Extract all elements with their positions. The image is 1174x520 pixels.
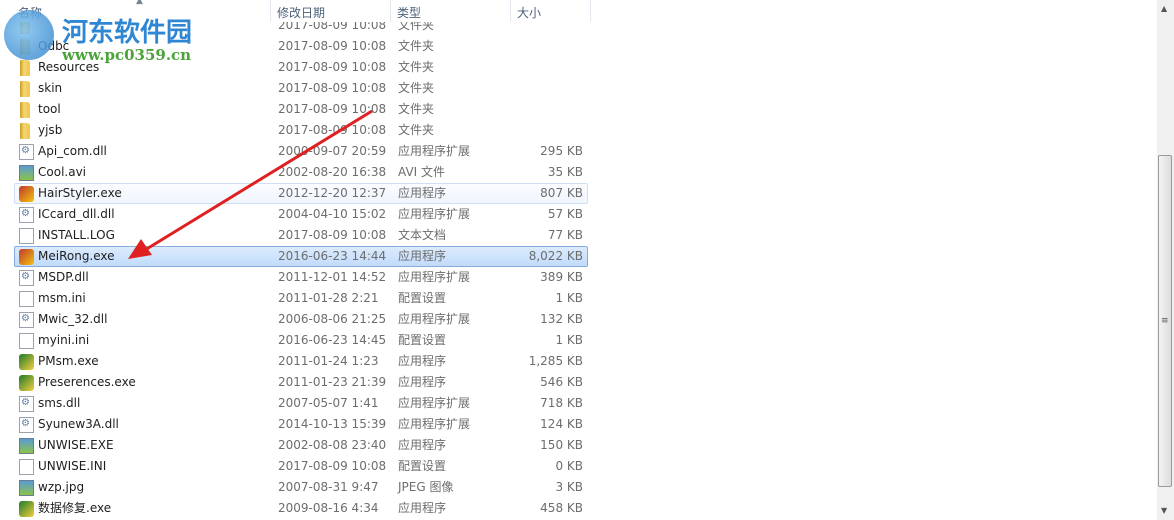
red-arrow-annotation	[128, 109, 373, 259]
file-name: sms.dll	[38, 396, 81, 410]
file-date: 2011-01-23 21:39	[278, 375, 387, 389]
file-date: 2007-08-31 9:47	[278, 480, 379, 494]
vertical-scrollbar[interactable]: ▲ ≡ ▼	[1157, 0, 1174, 520]
file-size: 3 KB	[555, 480, 583, 494]
pm-icon	[19, 375, 34, 391]
file-row[interactable]: sms.dll 2007-05-07 1:41 应用程序扩展 718 KB	[14, 393, 588, 414]
file-size: 1,285 KB	[528, 354, 583, 368]
file-date: 2007-05-07 1:41	[278, 396, 379, 410]
file-type: 配置设置	[398, 333, 447, 347]
pm-icon	[19, 354, 34, 370]
file-size: 718 KB	[540, 396, 583, 410]
file-type: JPEG 图像	[398, 480, 454, 494]
pm-icon	[19, 501, 34, 517]
dll-icon	[19, 312, 34, 328]
file-date: 2011-01-24 1:23	[278, 354, 379, 368]
ini-icon	[19, 333, 34, 349]
dll-icon	[19, 417, 34, 433]
file-date: 2002-08-08 23:40	[278, 438, 387, 452]
scroll-down-arrow-icon[interactable]: ▼	[1161, 506, 1167, 515]
file-size: 546 KB	[540, 375, 583, 389]
file-size: 124 KB	[540, 417, 583, 431]
file-type: 应用程序	[398, 438, 447, 452]
file-type: 应用程序扩展	[398, 312, 471, 326]
file-name: UNWISE.INI	[38, 459, 107, 473]
file-name: myini.ini	[38, 333, 90, 347]
file-date: 2017-08-09 10:08	[278, 459, 387, 473]
file-type: 应用程序	[398, 375, 447, 389]
file-size: 0 KB	[555, 459, 583, 473]
dll-icon	[19, 396, 34, 412]
ini-icon	[19, 459, 34, 475]
file-name: Syunew3A.dll	[38, 417, 119, 431]
file-row[interactable]: Mwic_32.dll 2006-08-06 21:25 应用程序扩展 132 …	[14, 309, 588, 330]
file-name: UNWISE.EXE	[38, 438, 114, 452]
file-type: 应用程序	[398, 501, 447, 515]
file-date: 2016-06-23 14:45	[278, 333, 387, 347]
file-date: 2014-10-13 15:39	[278, 417, 387, 431]
file-type: 配置设置	[398, 459, 447, 473]
file-type: 应用程序	[398, 354, 447, 368]
file-row[interactable]: PMsm.exe 2011-01-24 1:23 应用程序 1,285 KB	[14, 351, 588, 372]
file-row[interactable]: Preserences.exe 2011-01-23 21:39 应用程序 54…	[14, 372, 588, 393]
file-date: 2009-08-16 4:34	[278, 501, 379, 515]
file-size: 458 KB	[540, 501, 583, 515]
file-row[interactable]: wzp.jpg 2007-08-31 9:47 JPEG 图像 3 KB	[14, 477, 588, 498]
image-icon	[19, 480, 34, 496]
file-row[interactable]: Syunew3A.dll 2014-10-13 15:39 应用程序扩展 124…	[14, 414, 588, 435]
file-row[interactable]: UNWISE.INI 2017-08-09 10:08 配置设置 0 KB	[14, 456, 588, 477]
file-name: PMsm.exe	[38, 354, 99, 368]
scroll-up-arrow-icon[interactable]: ▲	[1161, 4, 1167, 13]
file-name: 数据修复.exe	[38, 501, 112, 515]
file-date: 2006-08-06 21:25	[278, 312, 387, 326]
file-row[interactable]: 数据修复.exe 2009-08-16 4:34 应用程序 458 KB	[14, 498, 588, 519]
grip-icon: ≡	[1161, 316, 1169, 326]
file-size: 132 KB	[540, 312, 583, 326]
file-row[interactable]: myini.ini 2016-06-23 14:45 配置设置 1 KB	[14, 330, 588, 351]
file-row[interactable]: UNWISE.EXE 2002-08-08 23:40 应用程序 150 KB	[14, 435, 588, 456]
file-type: 应用程序扩展	[398, 396, 471, 410]
setup-icon	[19, 438, 34, 454]
file-name: Preserences.exe	[38, 375, 136, 389]
file-name: Mwic_32.dll	[38, 312, 108, 326]
file-name: wzp.jpg	[38, 480, 85, 494]
arrow-shaft	[144, 109, 373, 252]
file-size: 150 KB	[540, 438, 583, 452]
file-type: 应用程序扩展	[398, 417, 471, 431]
file-size: 1 KB	[555, 333, 583, 347]
